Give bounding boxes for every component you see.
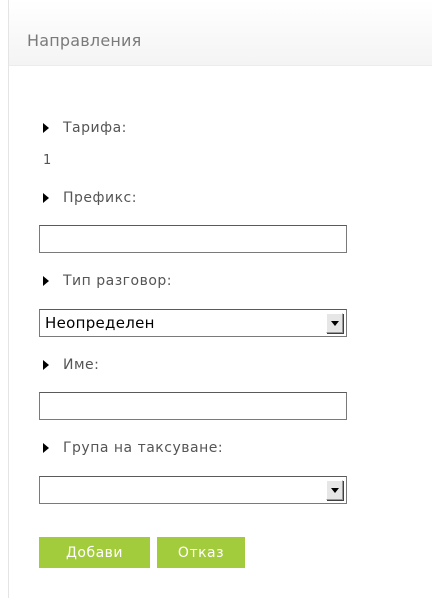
bullet-arrow-icon [43,123,49,133]
tariff-label-text: Тарифа: [63,120,127,136]
tariff-label: Тарифа: [43,120,127,136]
bullet-arrow-icon [43,443,49,453]
panel-title: Направления [27,31,142,50]
call-type-label-text: Тип разговор: [63,273,173,289]
bullet-arrow-icon [43,276,49,286]
name-input[interactable] [39,392,347,420]
billing-group-label-text: Група на таксуване: [63,440,224,456]
prefix-label: Префикс: [43,190,137,206]
dropdown-arrow-icon[interactable] [326,313,343,333]
dropdown-arrow-icon[interactable] [326,480,343,500]
call-type-select[interactable]: Неопределен [39,309,347,337]
name-label: Име: [43,357,99,373]
prefix-input[interactable] [39,225,347,253]
add-button[interactable]: Добави [39,537,150,568]
cancel-button[interactable]: Отказ [157,537,245,568]
billing-group-label: Група на таксуване: [43,440,223,456]
tariff-value: 1 [43,153,52,168]
bullet-arrow-icon [43,193,49,203]
directions-panel [8,0,432,598]
bullet-arrow-icon [43,360,49,370]
billing-group-select[interactable] [39,476,347,504]
call-type-selected-value: Неопределен [45,314,155,332]
prefix-label-text: Префикс: [63,190,137,206]
name-label-text: Име: [63,357,100,373]
call-type-label: Тип разговор: [43,273,172,289]
